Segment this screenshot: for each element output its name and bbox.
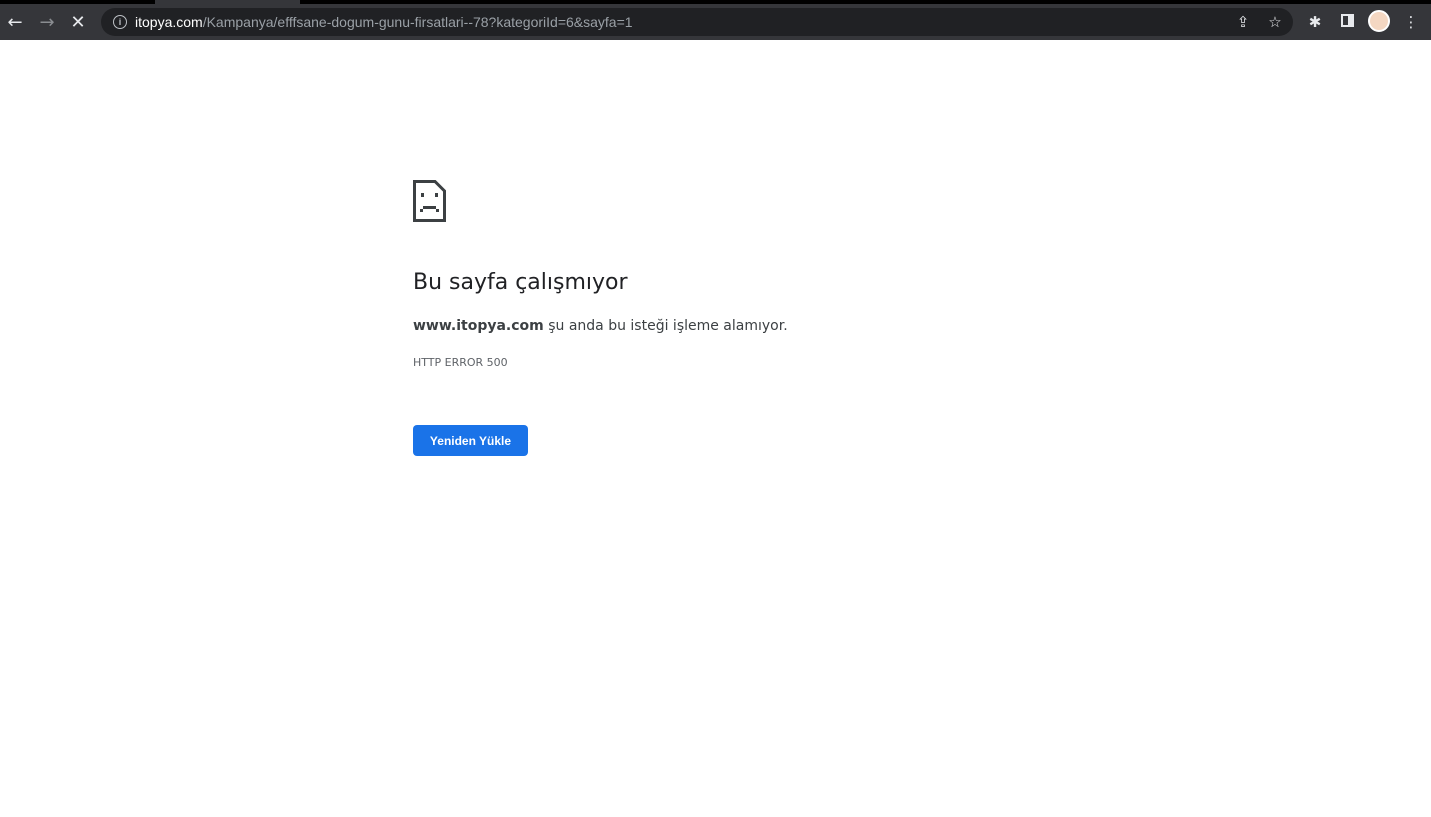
share-icon[interactable]: ⇪ — [1233, 13, 1253, 31]
avatar[interactable] — [1368, 10, 1390, 32]
forward-icon[interactable]: → — [34, 9, 60, 35]
error-page: Bu sayfa çalışmıyor www.itopya.com şu an… — [413, 180, 788, 456]
extensions-icon[interactable]: ✱ — [1305, 13, 1325, 31]
error-title: Bu sayfa çalışmıyor — [413, 270, 628, 295]
menu-icon[interactable]: ⋮ — [1401, 13, 1421, 31]
sad-page-icon — [413, 180, 446, 222]
error-message-text: şu anda bu isteği işleme alamıyor. — [543, 318, 788, 334]
error-code: HTTP ERROR 500 — [413, 356, 508, 369]
stop-icon[interactable]: ✕ — [65, 9, 91, 35]
address-bar[interactable]: i itopya.com/Kampanya/efffsane-dogum-gun… — [101, 8, 1293, 36]
back-icon[interactable]: ← — [2, 9, 28, 35]
star-icon[interactable]: ☆ — [1265, 13, 1285, 31]
error-host: www.itopya.com — [413, 318, 544, 334]
url-path: /Kampanya/efffsane-dogum-gunu-firsatlari… — [202, 14, 633, 30]
reload-button[interactable]: Yeniden Yükle — [413, 425, 528, 456]
url-host: itopya.com — [135, 14, 203, 30]
side-panel-icon[interactable] — [1337, 14, 1357, 27]
error-message: www.itopya.com şu anda bu isteği işleme … — [413, 318, 788, 334]
browser-toolbar: ← → ✕ i itopya.com/Kampanya/efffsane-dog… — [0, 4, 1431, 40]
info-icon[interactable]: i — [113, 15, 127, 29]
